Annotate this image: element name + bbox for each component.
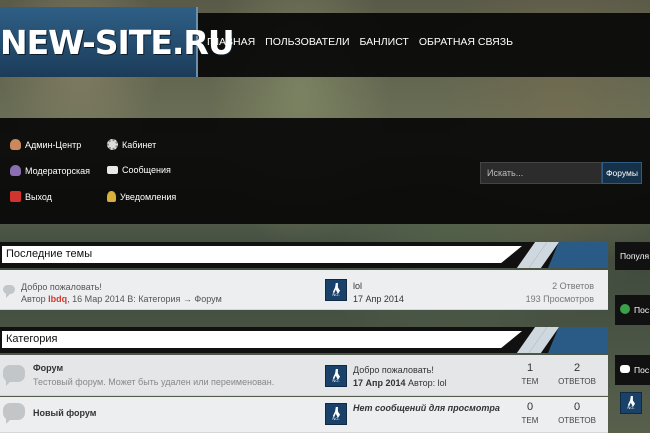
last-post-date: 17 Апр 2014 xyxy=(353,294,404,304)
search-input[interactable] xyxy=(480,162,602,184)
topic-bubble-icon xyxy=(3,285,15,298)
forum-bubble-icon xyxy=(3,365,25,386)
forum-bubble-icon xyxy=(3,403,25,424)
forum-name[interactable]: Форум xyxy=(33,363,63,373)
no-posts-text: Нет сообщений для просмотра xyxy=(353,403,500,413)
date-in: , 16 Мар 2014 В: xyxy=(67,294,136,304)
forum-desc: Тестовый форум. Может быть удален или пе… xyxy=(33,377,275,387)
moderator-label: Модераторская xyxy=(25,165,91,176)
avatar[interactable]: NO-AVATAR xyxy=(620,392,642,414)
logout-link[interactable]: Выход xyxy=(10,191,52,202)
forum-last-title[interactable]: Добро пожаловать! xyxy=(353,365,434,375)
forum-last-author-prefix: Автор: xyxy=(407,378,436,388)
messages-link[interactable]: Сообщения xyxy=(107,165,171,175)
search-form: Форумы xyxy=(480,162,642,184)
search-forums-button[interactable]: Форумы xyxy=(602,162,642,184)
forum-last-meta: 17 Апр 2014 Автор: lol xyxy=(353,378,447,388)
category-title: Категория xyxy=(6,333,58,345)
moderator-icon xyxy=(10,165,21,176)
author-link[interactable]: lbdq xyxy=(48,294,67,304)
nav-feedback[interactable]: Обратная связь xyxy=(419,36,513,48)
avatar[interactable]: NO-AVATAR xyxy=(325,403,347,425)
moderator-link[interactable]: Модераторская xyxy=(10,165,90,176)
topics-label: ТЕМ xyxy=(521,377,539,386)
admin-center-label: Админ-Центр xyxy=(25,139,82,150)
recent-topics-title: Последние темы xyxy=(6,248,93,260)
recent-topic-title[interactable]: Добро пожаловать! xyxy=(21,282,102,292)
forum-row: Форум Тестовый форум. Может быть удален … xyxy=(0,355,608,396)
last-post-user[interactable]: lol xyxy=(353,281,362,291)
nav-home[interactable]: Главная xyxy=(207,36,255,48)
sidebar-post-title: Пос xyxy=(634,365,650,375)
topics-count: 0 xyxy=(526,401,534,413)
forum-row: Новый форум NO-AVATAR Нет сообщений для … xyxy=(0,397,608,433)
views-count: 193 Просмотров xyxy=(525,294,594,304)
arrow-icon: → xyxy=(182,294,192,304)
replies-label: ОТВЕТОВ xyxy=(558,416,596,425)
forum-last-author[interactable]: lol xyxy=(438,378,447,388)
forum-last-date: 17 Апр 2014 xyxy=(353,378,406,388)
chat-icon xyxy=(620,365,630,373)
recent-topics-header: Последние темы xyxy=(0,242,608,268)
sidebar-block: Пос xyxy=(615,295,650,325)
forum-link[interactable]: Форум xyxy=(194,294,221,304)
replies-count: 2 Ответов xyxy=(552,281,594,291)
sidebar-block: Пос xyxy=(615,355,650,385)
replies-label: ОТВЕТОВ xyxy=(558,377,596,386)
forum-name[interactable]: Новый форум xyxy=(33,408,96,418)
replies-count: 0 xyxy=(573,401,581,413)
topics-count: 1 xyxy=(526,362,534,374)
admin-center-link[interactable]: Админ-Центр xyxy=(10,139,81,150)
nav-users[interactable]: Пользователи xyxy=(265,36,349,48)
replies-count: 2 xyxy=(573,362,581,374)
cs-logo-icon xyxy=(548,242,608,268)
cabinet-label: Кабинет xyxy=(122,139,157,150)
bell-icon xyxy=(107,191,116,202)
topics-label: ТЕМ xyxy=(521,416,539,425)
close-icon xyxy=(10,191,21,202)
envelope-icon xyxy=(107,166,118,174)
sidebar-post-title: Пос xyxy=(634,305,650,315)
check-icon xyxy=(620,304,630,314)
site-logo[interactable]: NEW-SITE.RU xyxy=(0,7,235,77)
main-nav: Главная Пользователи Банлист Обратная св… xyxy=(207,36,513,48)
messages-label: Сообщения xyxy=(122,165,171,175)
recent-topic-meta: Автор lbdq, 16 Мар 2014 В: Категория → Ф… xyxy=(21,294,222,304)
recent-topic-row: Добро пожаловать! Автор lbdq, 16 Мар 201… xyxy=(0,270,608,310)
nav-banlist[interactable]: Банлист xyxy=(360,36,409,48)
cs-logo-icon xyxy=(548,327,608,353)
category-header: Категория xyxy=(0,327,608,353)
user-icon xyxy=(10,139,21,150)
sidebar-popular-title: Популя xyxy=(620,251,650,261)
notifications-label: Уведомления xyxy=(120,191,177,202)
site-logo-text: NEW-SITE.RU xyxy=(0,23,235,62)
logout-label: Выход xyxy=(25,191,52,202)
sidebar-popular-header: Популя xyxy=(615,242,650,270)
avatar[interactable]: NO-AVATAR xyxy=(325,279,347,301)
gear-icon xyxy=(107,139,118,150)
cabinet-link[interactable]: Кабинет xyxy=(107,139,156,150)
notifications-link[interactable]: Уведомления xyxy=(107,191,176,202)
avatar[interactable]: NO-AVATAR xyxy=(325,365,347,387)
author-prefix: Автор xyxy=(21,294,46,304)
category-link[interactable]: Категория xyxy=(138,294,180,304)
